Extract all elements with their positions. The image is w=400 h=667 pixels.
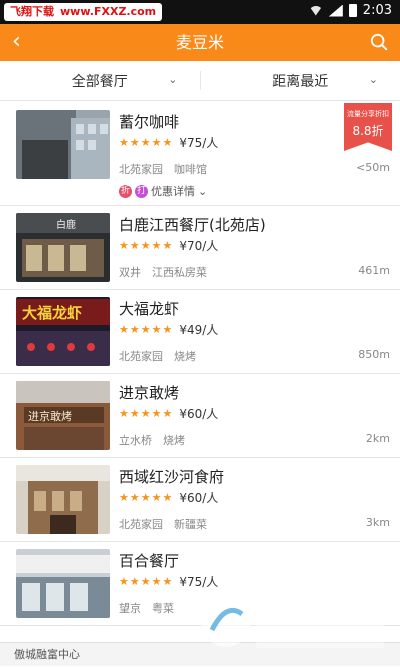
restaurant-name: 西域红沙河食府 xyxy=(119,466,224,487)
restaurant-meta: 双井 江西私房菜 xyxy=(119,264,207,280)
restaurant-name: 百合餐厅 xyxy=(119,550,179,571)
rating: ★★★★★¥70/人 xyxy=(119,237,218,254)
battery-icon xyxy=(349,4,357,17)
chevron-down-icon: ⌄ xyxy=(168,73,177,86)
star-rating-icon: ★★★★★ xyxy=(119,239,173,252)
filter-bar: 全部餐厅 ⌄ 距离最近 ⌄ xyxy=(0,61,400,101)
rating: ★★★★★¥60/人 xyxy=(119,405,218,422)
rating: ★★★★★¥75/人 xyxy=(119,134,218,151)
distance: 2km xyxy=(366,432,390,445)
list-item[interactable]: 大福龙虾 大福龙虾 ★★★★★¥49/人 北苑家园 烧烤 850m xyxy=(0,290,400,374)
page-title: 麦豆米 xyxy=(0,24,400,61)
restaurant-list: 蓄尔咖啡 ★★★★★¥75/人 北苑家园 咖啡馆 <50m 折 打 优惠详情⌄ … xyxy=(0,103,400,626)
chevron-down-icon: ⌄ xyxy=(369,73,378,86)
svg-text:大福龙虾: 大福龙虾 xyxy=(22,304,82,322)
search-icon[interactable] xyxy=(370,33,388,51)
watermark: 飞翔下载www.FXXZ.com xyxy=(4,3,162,21)
distance: 461m xyxy=(358,264,390,277)
restaurant-name: 蓄尔咖啡 xyxy=(119,111,179,132)
restaurant-name: 白鹿江西餐厅(北苑店) xyxy=(119,214,266,235)
list-item[interactable]: 白鹿 白鹿江西餐厅(北苑店) ★★★★★¥70/人 双井 江西私房菜 461m xyxy=(0,206,400,290)
status-bar: 飞翔下载www.FXXZ.com 2:03 xyxy=(0,0,400,24)
list-item[interactable]: 西域红沙河食府 ★★★★★¥60/人 北苑家园 新疆菜 3km xyxy=(0,458,400,542)
restaurant-photo xyxy=(16,465,110,534)
promo-details[interactable]: 折 打 优惠详情⌄ xyxy=(119,183,207,199)
rating: ★★★★★¥49/人 xyxy=(119,321,218,338)
restaurant-name: 大福龙虾 xyxy=(119,298,179,319)
restaurant-meta: 立水桥 烧烤 xyxy=(119,432,185,448)
star-rating-icon: ★★★★★ xyxy=(119,575,173,588)
star-rating-icon: ★★★★★ xyxy=(119,491,173,504)
star-rating-icon: ★★★★★ xyxy=(119,407,173,420)
signal-icon xyxy=(329,5,343,17)
svg-text:进京敢烤: 进京敢烤 xyxy=(28,409,72,423)
restaurant-photo: 进京敢烤 xyxy=(16,381,110,450)
filter-category[interactable]: 全部餐厅 ⌄ xyxy=(0,61,200,100)
restaurant-meta: 北苑家园 新疆菜 xyxy=(119,516,207,532)
restaurant-meta: 北苑家园 烧烤 xyxy=(119,348,196,364)
chevron-down-icon: ⌄ xyxy=(198,185,207,198)
distance: 850m xyxy=(358,348,390,361)
rating: ★★★★★¥75/人 xyxy=(119,573,218,590)
restaurant-photo xyxy=(16,549,110,618)
discount-icon: 折 xyxy=(119,185,132,198)
rating: ★★★★★¥60/人 xyxy=(119,489,218,506)
distance: <50m xyxy=(356,161,390,174)
watermark-logo-icon xyxy=(198,592,386,652)
restaurant-photo xyxy=(16,110,110,179)
list-item[interactable]: 进京敢烤 进京敢烤 ★★★★★¥60/人 立水桥 烧烤 2km xyxy=(0,374,400,458)
list-item[interactable]: 蓄尔咖啡 ★★★★★¥75/人 北苑家园 咖啡馆 <50m 折 打 优惠详情⌄ … xyxy=(0,103,400,206)
restaurant-meta: 望京 粤菜 xyxy=(119,600,174,616)
restaurant-meta: 北苑家园 咖啡馆 xyxy=(119,161,207,177)
distance: 3km xyxy=(366,516,390,529)
filter-sort[interactable]: 距离最近 ⌄ xyxy=(201,61,400,100)
app-header: ‹ 麦豆米 xyxy=(0,24,400,61)
restaurant-name: 进京敢烤 xyxy=(119,382,179,403)
wifi-icon xyxy=(309,6,323,16)
svg-text:白鹿: 白鹿 xyxy=(56,218,76,231)
restaurant-photo: 大福龙虾 xyxy=(16,297,110,366)
star-rating-icon: ★★★★★ xyxy=(119,323,173,336)
star-rating-icon: ★★★★★ xyxy=(119,136,173,149)
restaurant-photo: 白鹿 xyxy=(16,213,110,282)
discount-badge: 流量分享折扣 8.8折 xyxy=(344,103,392,151)
deal-icon: 打 xyxy=(135,185,148,198)
clock: 2:03 xyxy=(363,3,392,18)
